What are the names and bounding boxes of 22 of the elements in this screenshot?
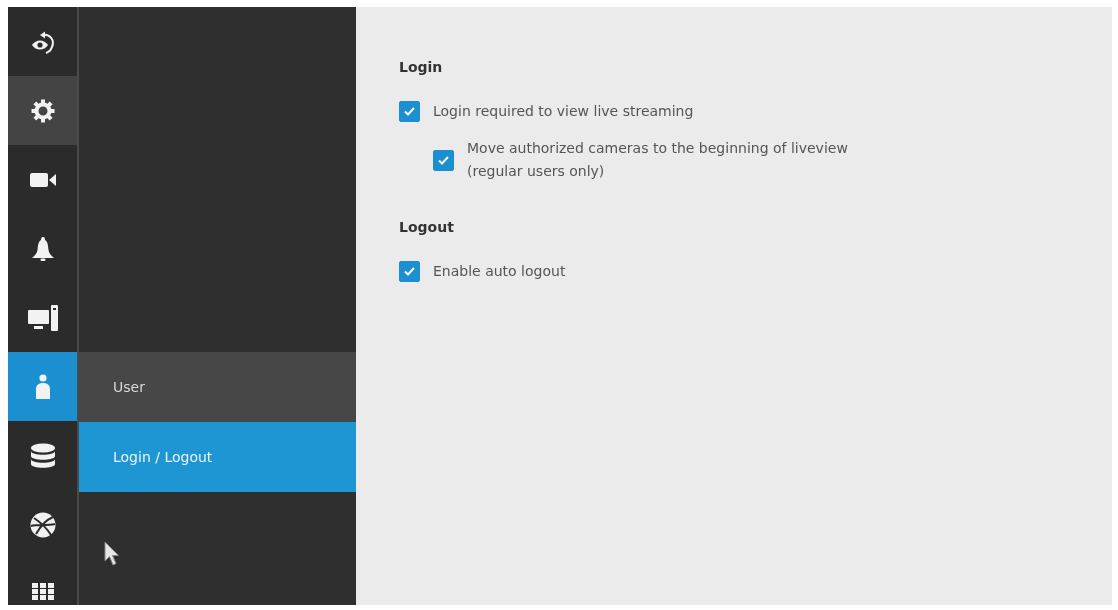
nav-rail-button[interactable]	[8, 76, 77, 145]
globe-icon	[29, 511, 56, 538]
checkbox-label: Enable auto logout	[433, 262, 566, 281]
checkbox[interactable]	[399, 261, 420, 282]
checkbox[interactable]	[433, 149, 454, 171]
checkmark-icon	[404, 107, 415, 116]
video-camera-icon	[29, 171, 56, 188]
mouse-pointer-icon	[104, 541, 120, 567]
checkmark-icon	[438, 155, 449, 165]
checkbox-label: Move authorized cameras to the beginning of liveview (regular users only)	[467, 139, 849, 181]
checkmark-icon	[404, 267, 415, 276]
checkbox-label: Login required to view live streaming	[433, 102, 694, 121]
gear-icon	[30, 98, 55, 123]
section-heading: Logout	[399, 218, 454, 237]
person-icon	[33, 373, 52, 400]
database-icon	[29, 442, 56, 469]
submenu-item[interactable]: User	[79, 352, 356, 422]
section-heading: Login	[399, 58, 443, 77]
grid-icon	[31, 583, 54, 600]
desktop-computer-icon	[27, 304, 58, 331]
checkbox[interactable]	[399, 101, 420, 122]
bell-icon	[31, 236, 54, 261]
